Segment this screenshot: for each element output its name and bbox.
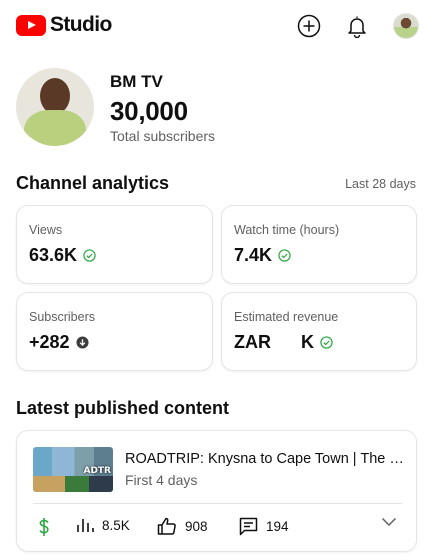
comments-stat[interactable]: 194 [239,517,289,536]
views-value: 63.6K [29,245,78,265]
video-views: 8.5K [102,517,130,533]
subscribers-label: Subscribers [29,310,95,324]
check-circle-icon [83,249,96,262]
views-label: Views [29,223,63,237]
divider [33,503,402,504]
dollar-icon [39,518,49,536]
views-stat[interactable]: 8.5K [76,517,130,533]
comment-icon [239,517,258,536]
revenue-value: K [301,332,314,352]
views-value-row: 63.6K [29,245,96,266]
channel-avatar[interactable] [16,68,94,146]
thumbs-up-icon [157,517,176,535]
channel-name: BM TV [110,72,163,91]
account-avatar[interactable] [393,13,419,39]
avatar-body [24,110,86,146]
check-circle-icon [278,249,291,262]
subscribers-value: +282 [29,332,70,352]
expand-button[interactable] [381,517,405,527]
latest-video-card[interactable]: ADTR ROADTRIP: Knysna to Cape Town | The… [16,430,417,552]
subscribers-card[interactable]: Subscribers +282 [16,292,213,371]
latest-content-title: Latest published content [16,398,230,418]
video-meta: First 4 days [125,472,198,488]
analytics-title: Channel analytics [16,173,170,193]
chevron-down-icon [381,517,397,527]
create-icon[interactable] [296,13,322,39]
app-name: Studio [50,13,112,36]
subscribers-value-row: +282 [29,332,89,353]
watch-time-value-row: 7.4K [234,245,291,266]
video-likes: 908 [185,518,208,534]
check-circle-icon [320,336,333,349]
watch-time-label: Watch time (hours) [234,223,340,237]
views-card[interactable]: Views 63.6K [16,205,213,284]
youtube-logo-icon [16,14,46,36]
likes-stat[interactable]: 908 [157,517,208,535]
analytics-period: Last 28 days [345,177,416,191]
video-comments: 194 [266,519,289,534]
arrow-down-circle-icon [76,336,89,349]
subscriber-label: Total subscribers [110,128,216,144]
revenue-value-row: ZAR K [234,332,333,353]
top-app-bar: Studio [0,0,434,52]
thumbnail-text: ADTR [83,466,111,476]
revenue-currency: ZAR [234,332,271,352]
subscriber-count: 30,000 [110,96,188,126]
thumbnail-scene [33,476,113,492]
studio-logo[interactable]: Studio [16,13,112,37]
avatar-head [40,78,70,114]
bar-chart-icon [77,519,94,532]
revenue-card[interactable]: Estimated revenue ZAR K [221,292,417,371]
watch-time-card[interactable]: Watch time (hours) 7.4K [221,205,417,284]
monetization-stat[interactable] [37,517,59,537]
notifications-icon[interactable] [344,13,370,39]
watch-time-value: 7.4K [234,245,273,265]
video-thumbnail[interactable]: ADTR [33,447,113,492]
video-title[interactable]: ROADTRIP: Knysna to Cape Town | The Gard… [125,451,405,467]
revenue-label: Estimated revenue [234,310,339,324]
